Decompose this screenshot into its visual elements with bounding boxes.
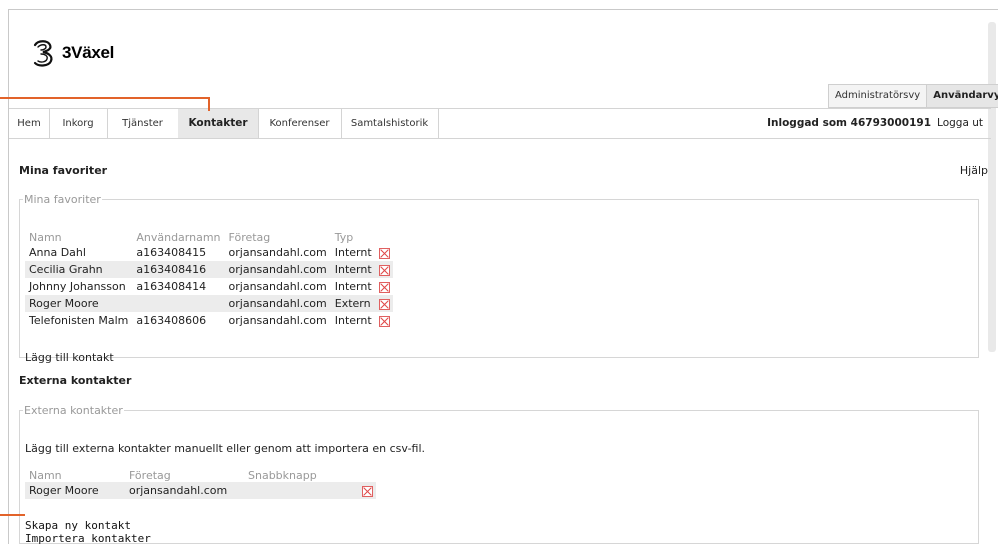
external-contacts-fieldset: Externa kontakter Lägg till externa kont…: [19, 404, 979, 545]
external-description: Lägg till externa kontakter manuellt ell…: [25, 442, 426, 455]
table-row[interactable]: Johnny Johansson a163408414 orjansandahl…: [25, 278, 393, 295]
contact-type: Extern: [330, 295, 376, 312]
contact-username: a163408414: [136, 280, 207, 293]
external-header-row: Namn Företag Snabbknapp: [25, 469, 376, 482]
external-contacts-heading: Externa kontakter: [19, 374, 132, 387]
table-row[interactable]: Cecilia Grahn a163408416 orjansandahl.co…: [25, 261, 393, 278]
help-link[interactable]: Hjälp: [960, 164, 988, 177]
tab-user-view[interactable]: Användarvy: [927, 84, 998, 108]
delete-icon[interactable]: [378, 281, 390, 293]
logo-text: 3Växel: [62, 43, 115, 62]
favorites-heading: Mina favoriter: [19, 164, 108, 177]
contact-company: orjansandahl.com: [228, 280, 327, 293]
table-row[interactable]: Telefonisten Malm a163408606 orjansandah…: [25, 312, 393, 329]
contact-name: Telefonisten Malm: [29, 314, 129, 327]
favorites-legend: Mina favoriter: [24, 193, 101, 206]
contact-username: a163408415: [136, 246, 207, 259]
contact-company: orjansandahl.com: [228, 246, 327, 259]
callout-line: [208, 97, 210, 111]
app-logo: 3Växel: [30, 38, 114, 68]
contact-type: Internt: [334, 314, 372, 327]
column-header: Företag: [129, 469, 171, 482]
contact-username: a163408416: [132, 261, 225, 278]
nav-item-hem[interactable]: Hem: [9, 109, 50, 138]
contact-type: Internt: [334, 280, 372, 293]
contact-username: a163408606: [136, 314, 207, 327]
contact-company: orjansandahl.com: [228, 314, 327, 327]
contact-name: Cecilia Grahn: [25, 261, 133, 278]
tab-admin-view[interactable]: Administratörsvy: [828, 84, 928, 108]
column-header: Namn: [29, 469, 62, 482]
add-contact-link[interactable]: Lägg till kontakt: [25, 351, 114, 364]
nav-item-konferenser[interactable]: Konferenser: [258, 109, 342, 138]
favorites-header-row: Namn Användarnamn Företag Typ: [25, 231, 393, 244]
contact-company: orjansandahl.com: [224, 261, 331, 278]
favorites-table: Namn Användarnamn Företag Typ Anna Dahl …: [25, 231, 393, 329]
contact-company: orjansandahl.com: [125, 482, 244, 499]
delete-icon[interactable]: [362, 485, 373, 497]
delete-icon[interactable]: [378, 264, 390, 276]
contact-type: Internt: [334, 246, 372, 259]
contact-type: Internt: [330, 261, 376, 278]
vertical-scrollbar[interactable]: [988, 22, 996, 352]
create-contact-link[interactable]: Skapa ny kontakt: [25, 519, 131, 532]
external-contacts-legend: Externa kontakter: [24, 404, 123, 417]
contact-company: orjansandahl.com: [224, 295, 331, 312]
main-nav: Hem Inkorg Tjänster Kontakter Konferense…: [9, 108, 991, 139]
import-contacts-link[interactable]: Importera kontakter: [25, 532, 151, 545]
table-row[interactable]: Roger Moore orjansandahl.com: [25, 482, 376, 499]
contact-name: Roger Moore: [25, 295, 133, 312]
column-header: Typ: [334, 231, 354, 244]
favorites-fieldset: Mina favoriter Namn Användarnamn Företag…: [19, 193, 979, 364]
column-header: Snabbknapp: [248, 469, 317, 482]
login-status: Inloggad som 46793000191 Logga ut: [767, 109, 983, 138]
nav-item-inkorg[interactable]: Inkorg: [49, 109, 108, 138]
nav-item-samtalshistorik[interactable]: Samtalshistorik: [341, 109, 439, 138]
speed-dial: [244, 482, 359, 499]
callout-line: [0, 514, 25, 516]
callout-line: [0, 97, 210, 99]
column-header: Användarnamn: [136, 231, 221, 244]
column-header: Namn: [29, 231, 62, 244]
table-row[interactable]: Anna Dahl a163408415 orjansandahl.com In…: [25, 244, 393, 261]
contact-username: [132, 295, 225, 312]
logged-in-label: Inloggad som 46793000191: [767, 117, 932, 129]
nav-item-tjanster[interactable]: Tjänster: [107, 109, 179, 138]
contact-name: Roger Moore: [25, 482, 125, 499]
external-contacts-table: Namn Företag Snabbknapp Roger Moore orja…: [25, 469, 376, 499]
delete-icon[interactable]: [378, 315, 390, 327]
table-row[interactable]: Roger Moore orjansandahl.com Extern: [25, 295, 393, 312]
column-header: Företag: [228, 231, 271, 244]
nav-item-kontakter[interactable]: Kontakter: [178, 109, 259, 138]
delete-icon[interactable]: [378, 298, 390, 310]
delete-icon[interactable]: [378, 247, 390, 259]
logout-link[interactable]: Logga ut: [937, 117, 983, 129]
view-switcher: Administratörsvy Användarvy: [828, 84, 998, 108]
contact-name: Johnny Johansson: [29, 280, 126, 293]
contact-name: Anna Dahl: [29, 246, 86, 259]
three-logo-icon: [33, 40, 53, 67]
